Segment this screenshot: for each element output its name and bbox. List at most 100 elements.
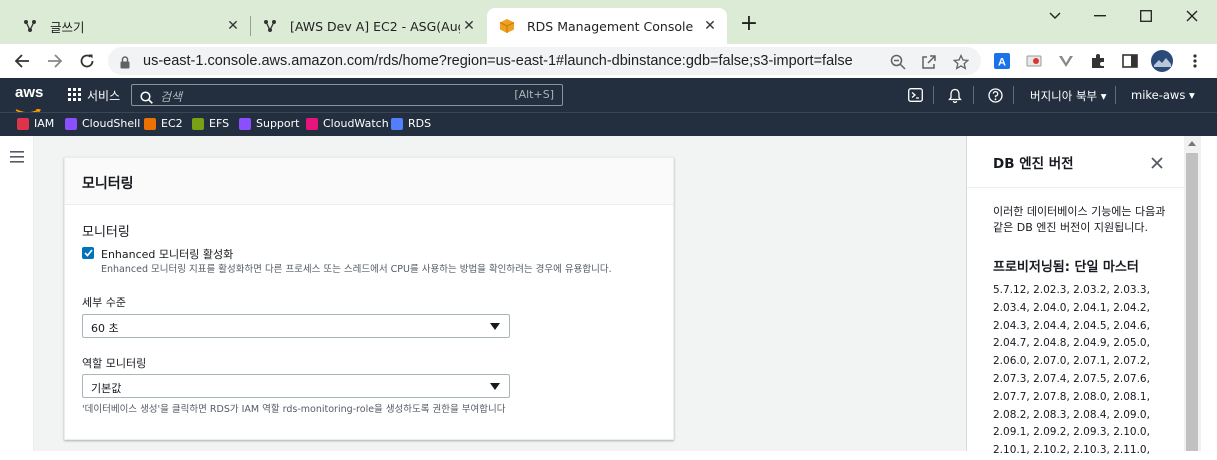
panel-header: 모니터링	[65, 158, 673, 205]
search-shortcut: [Alt+S]	[514, 88, 554, 101]
url-text[interactable]: us-east-1.console.aws.amazon.com/rds/hom…	[143, 53, 853, 69]
back-arrow-icon[interactable]	[10, 49, 34, 73]
iam-service-icon	[17, 117, 29, 130]
nav-divider	[933, 86, 934, 104]
aws-logo[interactable]: aws	[15, 84, 43, 101]
cloudshell-icon[interactable]	[907, 87, 923, 103]
aws-box-icon	[499, 18, 515, 34]
bell-icon[interactable]	[947, 87, 963, 103]
grid-icon	[68, 87, 81, 104]
favorite-label: RDS	[408, 117, 432, 130]
tab-blog-write[interactable]: 글쓰기 ✕	[0, 8, 250, 44]
bookmark-star-icon[interactable]	[952, 53, 970, 71]
help-subtitle: 프로비저닝됨: 단일 마스터	[993, 260, 1139, 275]
maximize-icon[interactable]	[1123, 0, 1169, 32]
zoom-icon[interactable]	[889, 53, 907, 71]
tab-search-chevron-icon[interactable]	[1032, 0, 1078, 32]
search-placeholder: 검색	[160, 90, 183, 104]
favorite-ec2[interactable]: EC2	[144, 117, 183, 130]
tab-aws-ec2-asg[interactable]: [AWS Dev A] EC2 - ASG(Augo S ✕	[250, 8, 486, 44]
lock-icon[interactable]	[120, 54, 130, 73]
help-panel: DB 엔진 버전 이러한 데이터베이스 기능에는 다음과 같은 DB 엔진 버전…	[966, 136, 1217, 456]
translate-extension-icon[interactable]: A	[993, 52, 1011, 70]
enhanced-monitoring-label[interactable]: Enhanced 모니터링 활성화	[101, 246, 233, 262]
close-window-icon[interactable]	[1169, 0, 1215, 32]
ec2-service-icon	[144, 117, 156, 130]
granularity-select[interactable]: 60 초	[82, 314, 510, 338]
vimeo-extension-icon[interactable]	[1057, 52, 1075, 70]
hamburger-menu-icon[interactable]	[10, 148, 24, 167]
tab-rds-console[interactable]: RDS Management Console ✕	[487, 8, 727, 44]
favorite-label: EC2	[161, 117, 183, 130]
enhanced-monitoring-description: Enhanced 모니터링 지표를 활성화하면 다른 프로세스 또는 스레드에서…	[101, 264, 612, 275]
extensions-puzzle-icon[interactable]	[1089, 52, 1107, 70]
nav-divider	[973, 86, 974, 104]
cloudshell-service-icon	[65, 117, 77, 130]
tab-title: [AWS Dev A] EC2 - ASG(Augo S	[290, 18, 460, 34]
monitoring-panel: 모니터링 모니터링 Enhanced 모니터링 활성화 Enhanced 모니터…	[64, 157, 674, 440]
favorite-cloudshell[interactable]: CloudShell	[65, 117, 140, 130]
region-selector[interactable]: 버지니아 북부 ▾	[1030, 88, 1107, 104]
favorites-bar: IAM CloudShell EC2 EFS Support CloudWatc…	[0, 112, 1217, 136]
panel-title: 모니터링	[82, 176, 134, 192]
close-icon[interactable]	[1151, 154, 1163, 173]
rds-service-icon	[391, 117, 403, 130]
help-panel-title: DB 엔진 버전	[993, 156, 1074, 172]
favorite-label: EFS	[209, 117, 230, 130]
help-icon[interactable]	[987, 87, 1003, 103]
scroll-up-arrow-icon[interactable]	[1188, 141, 1196, 146]
close-icon[interactable]: ✕	[224, 17, 242, 35]
help-panel-header: DB 엔진 버전	[967, 136, 1184, 188]
aws-top-nav: aws 서비스 검색 [Alt+S] 버지니아 북부 ▾ mike-aws ▾	[0, 78, 1217, 114]
favorite-cloudwatch[interactable]: CloudWatch	[306, 117, 389, 130]
favorite-efs[interactable]: EFS	[192, 117, 229, 130]
browser-tab-strip: 글쓰기 ✕ [AWS Dev A] EC2 - ASG(Augo S ✕ RDS…	[0, 0, 1217, 44]
nav-divider	[1115, 86, 1116, 104]
favorite-rds[interactable]: RDS	[391, 117, 431, 130]
reload-icon[interactable]	[75, 49, 99, 73]
services-label: 서비스	[87, 89, 121, 103]
monitoring-role-hint: '데이터베이스 생성'을 클릭하면 RDS가 IAM 역할 rds-monito…	[82, 404, 506, 415]
search-icon	[140, 89, 153, 108]
profile-avatar[interactable]	[1151, 50, 1173, 72]
granularity-value: 60 초	[91, 322, 119, 335]
enhanced-monitoring-checkbox[interactable]	[82, 247, 94, 259]
minimize-icon[interactable]	[1077, 0, 1123, 32]
favorite-iam[interactable]: IAM	[17, 117, 54, 130]
efs-service-icon	[192, 117, 204, 130]
caret-down-icon	[490, 323, 500, 330]
side-nav-rail	[0, 136, 34, 451]
screen-capture-extension-icon[interactable]	[1025, 52, 1043, 70]
tree-icon	[22, 18, 38, 34]
favorite-label: IAM	[34, 117, 55, 130]
account-menu[interactable]: mike-aws ▾	[1131, 88, 1195, 102]
nav-divider	[1013, 86, 1014, 104]
engine-versions-list: 5.7.12, 2.02.3, 2.03.2, 2.03.3, 2.03.4, …	[993, 284, 1150, 457]
favorite-support[interactable]: Support	[239, 117, 299, 130]
main-content: 모니터링 모니터링 Enhanced 모니터링 활성화 Enhanced 모니터…	[0, 136, 1217, 456]
browser-toolbar: us-east-1.console.aws.amazon.com/rds/hom…	[0, 44, 1217, 78]
granularity-label: 세부 수준	[82, 296, 126, 309]
favorite-label: CloudShell	[82, 117, 141, 130]
favorite-label: CloudWatch	[323, 117, 389, 130]
address-bar[interactable]: us-east-1.console.aws.amazon.com/rds/hom…	[108, 47, 981, 75]
cloudwatch-service-icon	[306, 117, 318, 130]
services-menu[interactable]: 서비스	[68, 87, 120, 104]
scrollbar-thumb[interactable]	[1186, 153, 1198, 451]
monitoring-role-select[interactable]: 기본값	[82, 374, 510, 398]
favorite-label: Support	[256, 117, 300, 130]
tab-title: RDS Management Console	[527, 18, 694, 34]
share-icon[interactable]	[920, 53, 938, 71]
monitoring-role-label: 역할 모니터링	[82, 357, 147, 370]
forward-arrow-icon[interactable]	[43, 49, 67, 73]
close-icon[interactable]: ✕	[701, 17, 719, 35]
caret-down-icon	[490, 383, 500, 390]
svg-text:A: A	[998, 57, 1006, 69]
side-panel-icon[interactable]	[1121, 52, 1139, 70]
new-tab-button[interactable]: +	[738, 13, 760, 36]
chrome-menu-icon[interactable]	[1186, 52, 1204, 70]
search-input[interactable]: 검색 [Alt+S]	[131, 84, 563, 106]
monitoring-role-value: 기본값	[91, 382, 122, 395]
support-service-icon	[239, 117, 251, 130]
close-icon[interactable]: ✕	[460, 17, 478, 35]
